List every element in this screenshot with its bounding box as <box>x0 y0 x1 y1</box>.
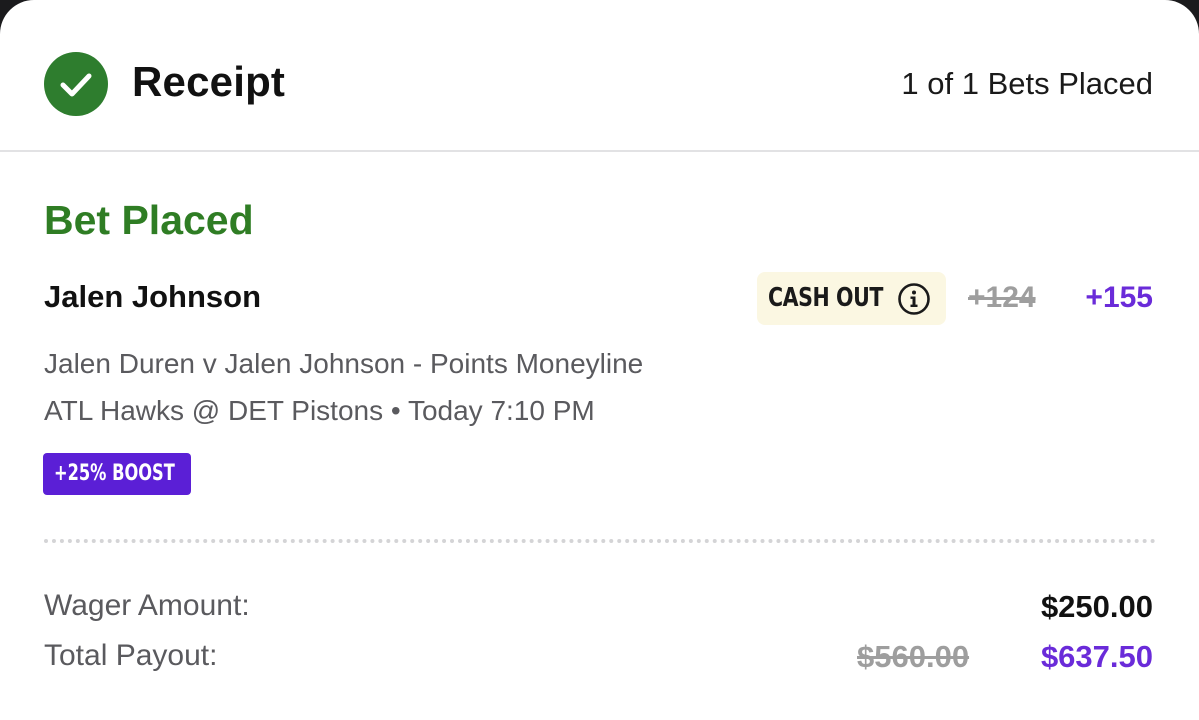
market-description: Jalen Duren v Jalen Johnson - Points Mon… <box>44 348 644 379</box>
boost-badge-label: +25% BOOST <box>54 461 175 486</box>
original-odds: +124 <box>968 281 1036 314</box>
boost-badge: +25% BOOST <box>43 453 191 495</box>
dotted-divider <box>44 539 1156 543</box>
bets-placed-count: 1 of 1 Bets Placed <box>901 66 1153 101</box>
total-payout-label: Total Payout: <box>44 639 218 672</box>
wager-amount-value: $250.00 <box>1040 589 1153 624</box>
cash-out-button[interactable]: CASH OUT <box>757 272 946 325</box>
cash-out-label: CASH OUT <box>768 283 883 313</box>
bet-status: Bet Placed <box>44 197 254 243</box>
page-title: Receipt <box>132 58 286 105</box>
check-circle-icon <box>44 52 108 116</box>
receipt-header: Receipt 1 of 1 Bets Placed <box>0 0 1199 152</box>
receipt-sheet: Receipt 1 of 1 Bets Placed Bet Placed Ja… <box>0 0 1199 720</box>
info-icon[interactable] <box>897 282 931 316</box>
wager-amount-label: Wager Amount: <box>44 589 250 622</box>
boosted-payout: $637.50 <box>1040 639 1153 674</box>
bet-selection: Jalen Johnson <box>44 279 262 314</box>
original-payout: $560.00 <box>857 639 970 674</box>
event-info: ATL Hawks @ DET Pistons • Today 7:10 PM <box>44 395 595 426</box>
boosted-odds: +155 <box>1085 281 1153 314</box>
